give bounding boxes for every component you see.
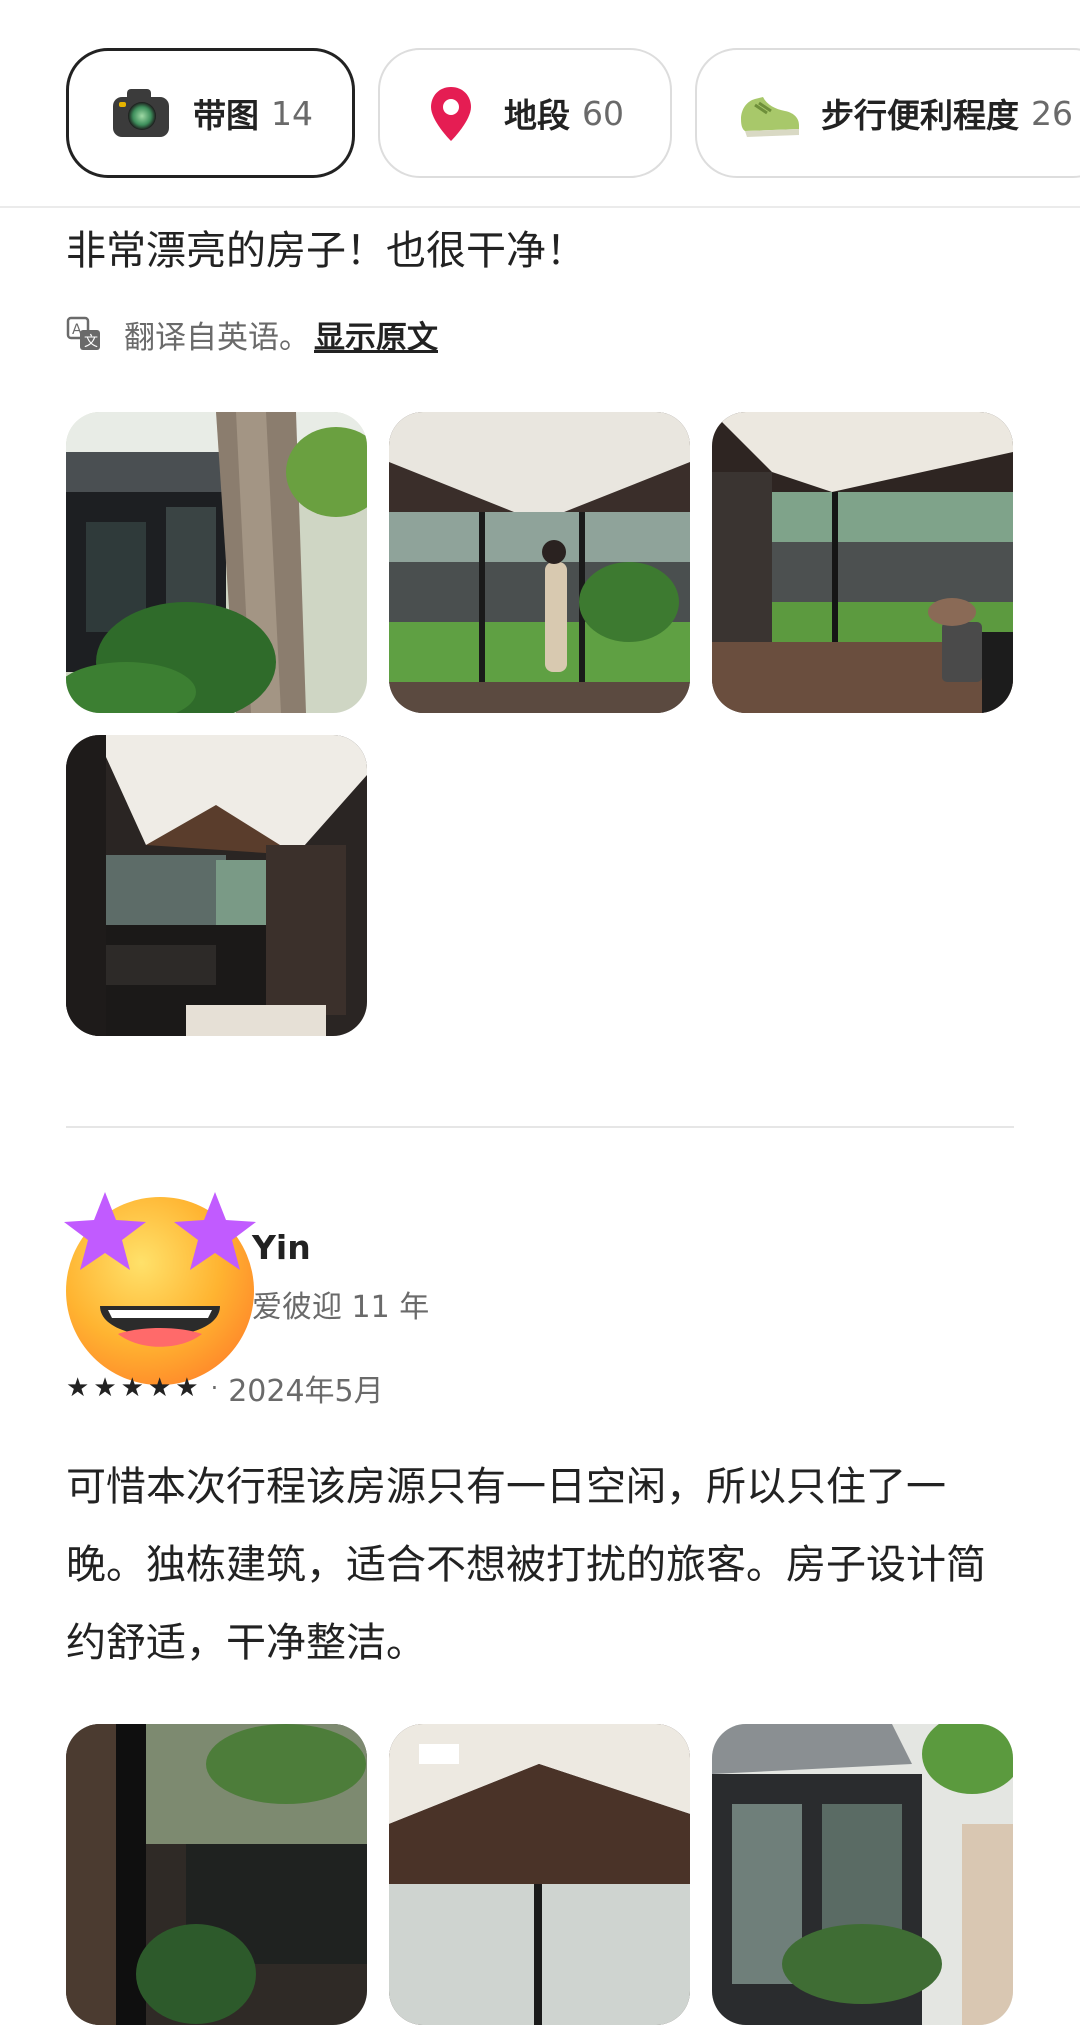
filter-chip-label: 带图 — [193, 96, 259, 135]
star-icon: ★ — [147, 1373, 172, 1403]
review-photo[interactable] — [66, 1724, 367, 2025]
filter-chip-walkability[interactable]: 步行便利程度 26 — [695, 48, 1080, 178]
rating-row: ★ ★ ★ ★ ★ · 2024年5月 — [66, 1368, 384, 1409]
review-photo[interactable] — [712, 412, 1013, 713]
filter-chip-photos[interactable]: 带图 14 — [66, 48, 355, 178]
reviewer-name: Yin — [252, 1228, 311, 1267]
star-icon: ★ — [120, 1373, 144, 1403]
review-photo[interactable] — [389, 1724, 690, 2025]
camera-icon — [113, 85, 169, 141]
star-icon: ★ — [93, 1373, 117, 1403]
review-photo[interactable] — [389, 412, 690, 713]
review-text: 非常漂亮的房子！也很干净！ — [66, 228, 586, 274]
review-photo[interactable] — [712, 1724, 1013, 2025]
translate-icon: A 文 — [66, 316, 100, 350]
star-struck-emoji-icon — [64, 1192, 256, 1385]
filter-chip-label: 地段 — [504, 96, 570, 135]
shoe-icon — [741, 85, 799, 141]
location-pin-icon — [424, 85, 480, 141]
review-filter-bar: 带图 14 地段 60 步行便利程度 26 — [0, 0, 1080, 208]
star-icon: ★ — [175, 1373, 199, 1403]
review-divider — [66, 1126, 1014, 1128]
filter-chip-count: 26 — [1031, 93, 1073, 133]
review-photo[interactable] — [66, 412, 367, 713]
translation-row: A 文 翻译自英语。 显示原文 — [66, 312, 438, 356]
filter-chip-count: 14 — [271, 93, 313, 133]
show-original-link[interactable]: 显示原文 — [314, 312, 438, 357]
reviewer-membership: 爱彼迎 11 年 — [252, 1290, 430, 1325]
translation-note: 翻译自英语。 — [124, 319, 310, 356]
review-photo[interactable] — [66, 735, 367, 1036]
review-date: 2024年5月 — [228, 1374, 384, 1409]
svg-text:文: 文 — [84, 334, 98, 350]
avatar[interactable] — [60, 1186, 260, 1386]
separator-dot: · — [210, 1374, 219, 1402]
filter-chip-count: 60 — [582, 93, 624, 133]
star-icon: ★ — [66, 1373, 90, 1403]
review-text: 可惜本次行程该房源只有一日空闲，所以只住了一晚。独栋建筑，适合不想被打扰的旅客。… — [66, 1464, 986, 1666]
filter-chip-label: 步行便利程度 — [821, 96, 1019, 135]
filter-chip-location[interactable]: 地段 60 — [378, 48, 672, 178]
